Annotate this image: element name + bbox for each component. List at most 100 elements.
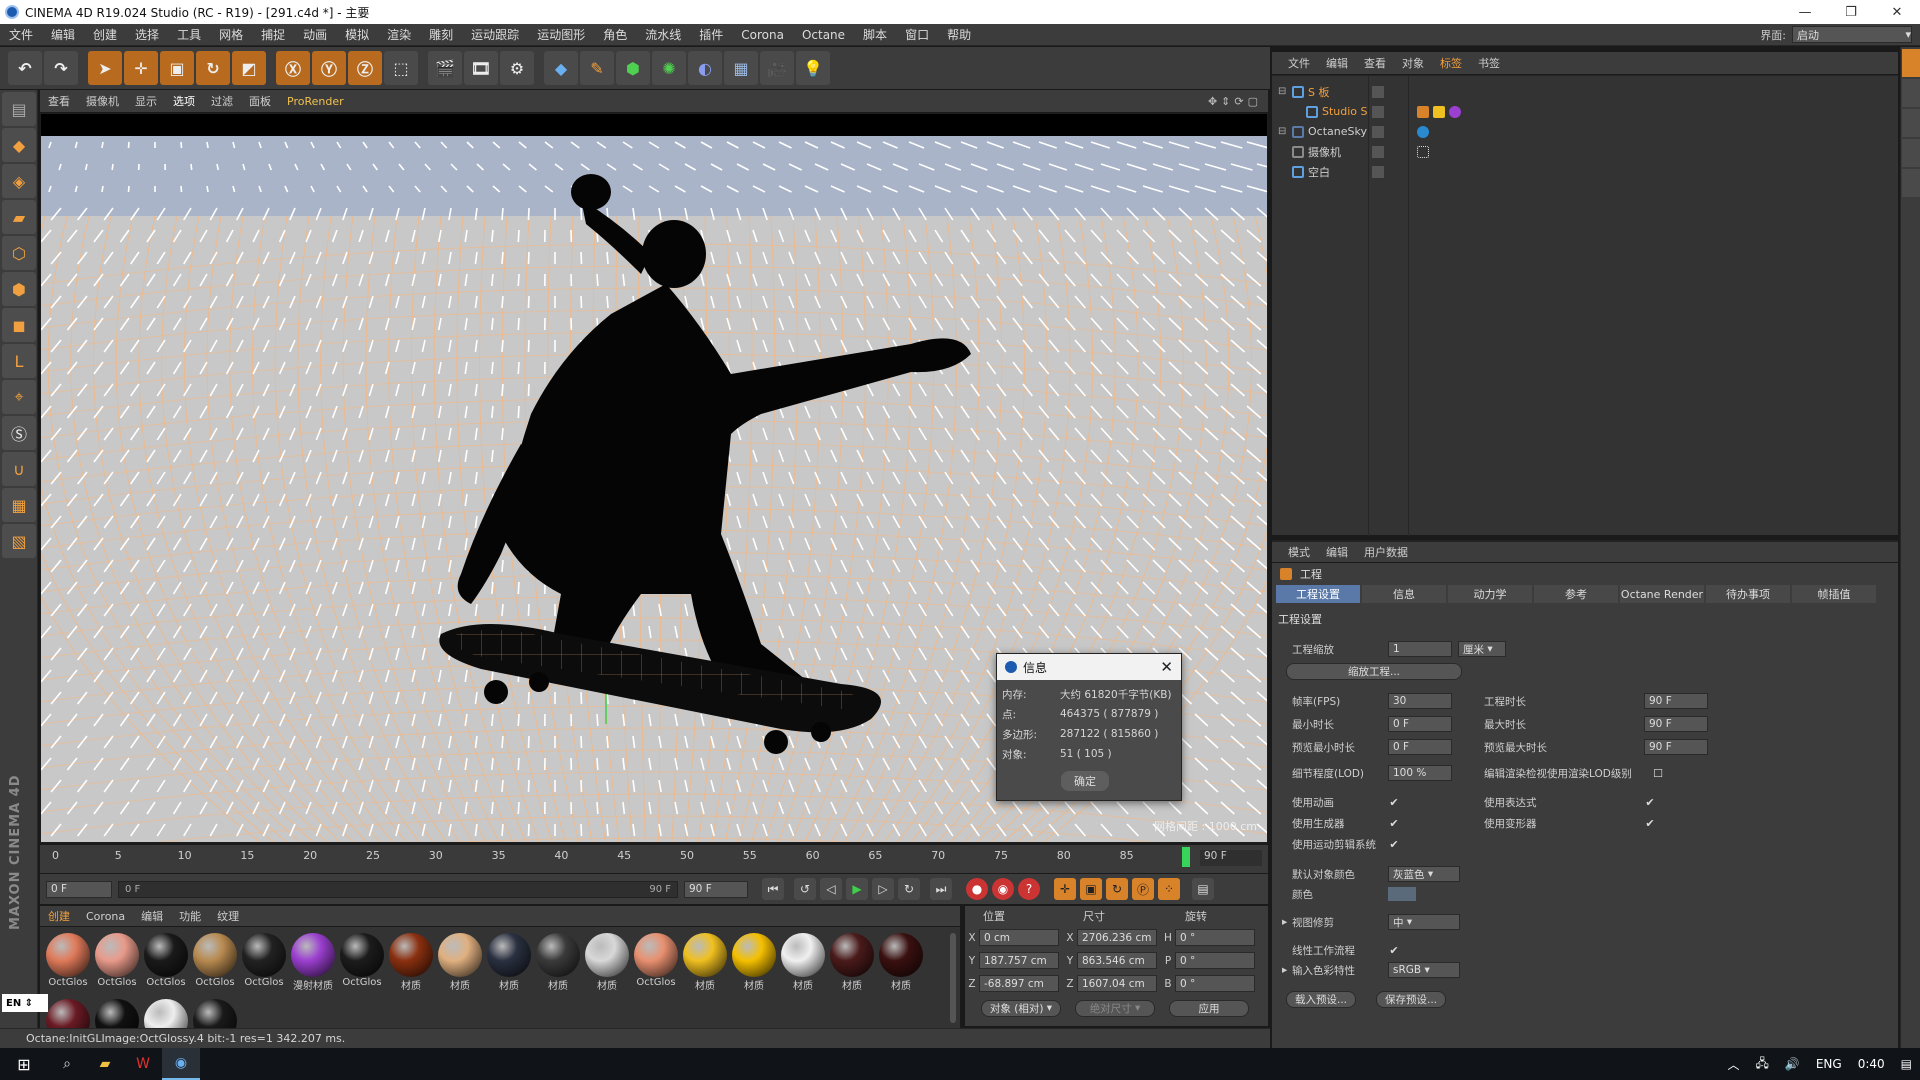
texture-mode-button[interactable]: ◈ [2,164,36,198]
menu-item[interactable]: 渲染 [378,26,420,43]
attribute-tab[interactable]: 参考 [1534,585,1618,603]
save-preset-button[interactable]: 保存预设... [1376,991,1446,1008]
material-swatch[interactable]: OctGlos [338,933,386,993]
menu-item[interactable]: 雕刻 [420,26,462,43]
attribute-menu-item[interactable]: 模式 [1280,544,1318,560]
use-gen-checkbox[interactable]: ✔ [1388,817,1400,830]
octane-tag-icon[interactable] [1417,125,1429,138]
record-keys-button[interactable]: ● [966,878,988,900]
rotation-field[interactable]: 0 ° [1175,952,1255,969]
clock[interactable]: 0:40 [1850,1057,1893,1071]
material-swatch[interactable]: 材质 [436,933,484,993]
attribute-menu-item[interactable]: 用户数据 [1356,544,1416,560]
timeline-layout-button[interactable]: ▤ [1192,878,1214,900]
material-swatch[interactable]: OctGlos [44,933,92,993]
linear-workflow-checkbox[interactable]: ✔ [1388,944,1400,957]
restore-icon[interactable]: ❐ [1828,0,1874,24]
object-menu-item[interactable]: 对象 [1394,55,1432,71]
viewport-menu-item[interactable]: 面板 [241,93,279,109]
use-anim-checkbox[interactable]: ✔ [1388,796,1400,809]
viewport-nav-icons[interactable]: ✥⇕⟳▢ [1208,95,1262,108]
object-row[interactable]: S 板 ⊟ [1272,82,1898,101]
visibility-toggle-icon[interactable] [1372,125,1384,138]
input-language[interactable]: ENG [1808,1057,1850,1071]
attribute-tab[interactable]: 待办事项 [1706,585,1790,603]
menu-item[interactable]: 网格 [210,26,252,43]
object-row[interactable]: OctaneSky ⊟ [1272,122,1898,141]
expand-arrow-icon[interactable]: ▸ [1282,916,1292,928]
menu-item[interactable]: 插件 [690,26,732,43]
scale-button[interactable]: ▣ [160,51,194,85]
magnet-button[interactable]: ∪ [2,452,36,486]
material-menu-item[interactable]: Corona [78,910,133,923]
volume-icon[interactable]: 🔊 [1777,1057,1808,1071]
expand-arrow-icon[interactable]: ▸ [1282,964,1292,976]
use-expr-checkbox[interactable]: ✔ [1644,796,1656,809]
windows-start-icon[interactable]: ⊞ [0,1048,48,1080]
menu-item[interactable]: 帮助 [938,26,980,43]
size-field[interactable]: 2706.236 cm [1077,929,1157,946]
key-scale-button[interactable]: ▣ [1080,878,1102,900]
timeline-ruler[interactable]: 0 5 10 15 20 25 30 35 40 45 50 55 60 65 70 75 80 85 90 F [40,845,1268,873]
side-tab[interactable] [1902,139,1920,167]
menu-item[interactable]: 动画 [294,26,336,43]
object-row[interactable]: 摄像机 [1272,142,1898,161]
object-menu-item[interactable]: 文件 [1280,55,1318,71]
recent-tool-button[interactable]: ◩ [232,51,266,85]
material-tag-icon[interactable] [1433,105,1445,118]
planar-workplane-button[interactable]: ▧ [2,524,36,558]
y-axis-button[interactable]: Ⓨ [312,51,346,85]
previous-frame-button[interactable]: ◁ [820,878,842,900]
expand-icon[interactable]: ⊟ [1278,86,1286,97]
menu-item[interactable]: 编辑 [42,26,84,43]
visibility-toggle-icon[interactable] [1372,85,1384,98]
viewport-menu-item[interactable]: 摄像机 [78,93,127,109]
next-frame-button[interactable]: ▷ [872,878,894,900]
attribute-menu-item[interactable]: 编辑 [1318,544,1356,560]
side-tab[interactable] [1902,79,1920,107]
project-scale-unit-select[interactable]: 厘米 ▾ [1458,641,1506,657]
max-time-field[interactable]: 90 F [1644,716,1708,732]
go-to-start-button[interactable]: ⏮ [762,878,784,900]
make-editable-button[interactable]: ▤ [2,92,36,126]
render-settings-button[interactable]: ⚙ [500,51,534,85]
material-swatch[interactable]: 材质 [730,933,778,993]
object-menu-item[interactable]: 标签 [1432,55,1470,71]
rotation-field[interactable]: 0 ° [1175,975,1255,992]
pen-button[interactable]: ✎ [580,51,614,85]
undo-button[interactable]: ↶ [8,51,42,85]
material-swatch[interactable]: OctGlos [240,933,288,993]
lod-field[interactable]: 100 % [1388,765,1452,781]
size-field[interactable]: 863.546 cm [1077,952,1157,969]
material-swatch[interactable]: 材质 [877,933,925,993]
rotate-button[interactable]: ↻ [196,51,230,85]
apply-button[interactable]: 应用 [1169,999,1249,1017]
cinema4d-taskbar-icon[interactable]: ◉ [162,1048,200,1080]
preview-min-field[interactable]: 0 F [1388,739,1452,755]
key-pla-button[interactable]: ⁘ [1158,878,1180,900]
view-clip-select[interactable]: 中 ▾ [1388,914,1460,930]
menu-item[interactable]: 模拟 [336,26,378,43]
material-tag-icon[interactable] [1417,105,1429,118]
redo-button[interactable]: ↷ [44,51,78,85]
menu-item[interactable]: 角色 [594,26,636,43]
use-deform-checkbox[interactable]: ✔ [1644,817,1656,830]
file-explorer-icon[interactable]: ▰ [86,1048,124,1080]
camera-tag-icon[interactable] [1417,145,1429,158]
menu-item[interactable]: 工具 [168,26,210,43]
array-button[interactable]: ✺ [652,51,686,85]
color-swatch[interactable] [1388,887,1416,901]
menu-item[interactable]: 文件 [0,26,42,43]
play-button[interactable]: ▶ [846,878,868,900]
language-indicator[interactable]: EN ⇕ [2,994,48,1012]
attribute-tab[interactable]: 动力学 [1448,585,1532,603]
material-swatch[interactable]: OctGlos [142,933,190,993]
size-field[interactable]: 1607.04 cm [1077,975,1157,992]
visibility-toggle-icon[interactable] [1372,145,1384,158]
fps-field[interactable]: 30 [1388,693,1452,709]
attribute-tab[interactable]: 信息 [1362,585,1446,603]
menu-item[interactable]: 捕捉 [252,26,294,43]
position-field[interactable]: -68.897 cm [979,975,1059,992]
search-icon[interactable]: ⌕ [48,1048,86,1080]
camera-button[interactable]: 🎥 [760,51,794,85]
